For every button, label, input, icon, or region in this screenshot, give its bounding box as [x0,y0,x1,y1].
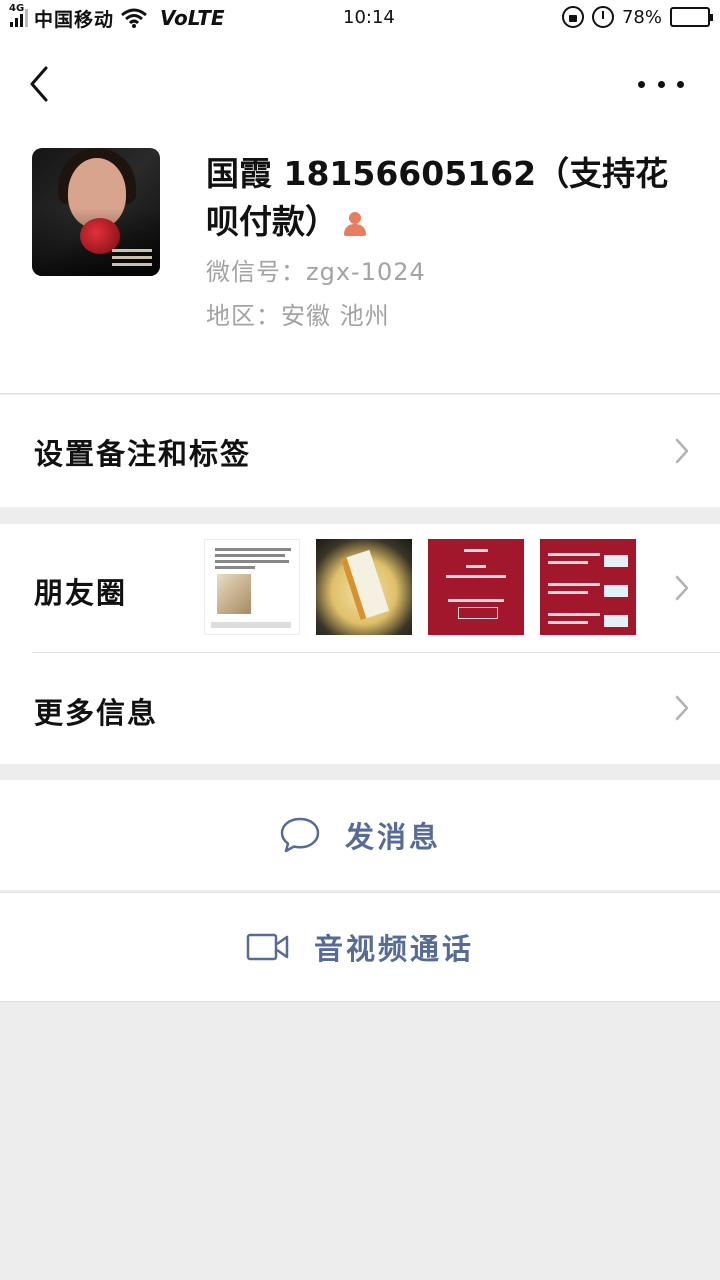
food-photo-thumbnail [316,539,412,635]
remark-and-tags-label: 设置备注和标签 [34,437,252,471]
chat-bubble-icon [280,817,320,853]
volte-indicator: VoLTE [160,6,225,30]
moments-label: 朋友圈 [34,576,128,610]
divider [32,652,720,653]
back-button[interactable] [22,62,62,106]
promo-list-thumbnail [540,539,636,635]
audio-video-call-label: 音视频通话 [313,932,474,966]
audio-video-call-button[interactable]: 音视频通话 [0,892,720,1002]
signal-icon: 4G [9,3,28,27]
chevron-right-icon [675,695,689,721]
more-dot [657,80,665,88]
text-post-thumbnail [204,539,300,635]
moments-row[interactable]: 朋友圈 [0,524,720,652]
chevron-left-icon [30,66,48,102]
more-button[interactable] [638,72,684,96]
avatar[interactable] [32,148,160,276]
female-person-icon [342,211,368,237]
more-info-label: 更多信息 [34,696,159,730]
more-dot [638,80,645,88]
wechat-id: 微信号：zgx-1024 [206,258,426,286]
send-message-button[interactable]: 发消息 [0,780,720,890]
rotation-lock-icon [561,6,584,28]
chevron-right-icon [675,575,689,601]
remark-and-tags-row[interactable]: 设置备注和标签 [0,395,720,507]
send-message-label: 发消息 [344,820,441,854]
carrier-name: 中国移动 [34,8,115,31]
network-type: 4G [9,3,25,14]
status-right: 78% [561,6,713,28]
battery-icon [670,7,713,27]
more-dot [677,80,684,88]
battery-percent: 78% [621,6,662,28]
status-time: 10:14 [343,7,395,28]
alarm-icon [591,6,614,28]
region: 地区：安徽 池州 [206,302,390,330]
chevron-right-icon [675,438,689,464]
more-info-row[interactable]: 更多信息 [0,652,720,764]
profile-header: 国霞 18156605162（支持花呗付款） 微信号：zgx-1024 地区：安… [0,36,720,394]
promo-poster-thumbnail [428,539,524,635]
moments-thumbnails [204,539,636,635]
status-bar: 4G 中国移动 VoLTE 10:14 78% [0,0,720,36]
wifi-icon [121,8,147,28]
contact-name: 国霞 18156605162（支持花呗付款） [206,150,676,246]
contact-name-text: 国霞 18156605162（支持花呗付款） [206,154,669,241]
video-camera-icon [246,933,289,961]
status-left: 4G 中国移动 VoLTE [9,3,225,32]
